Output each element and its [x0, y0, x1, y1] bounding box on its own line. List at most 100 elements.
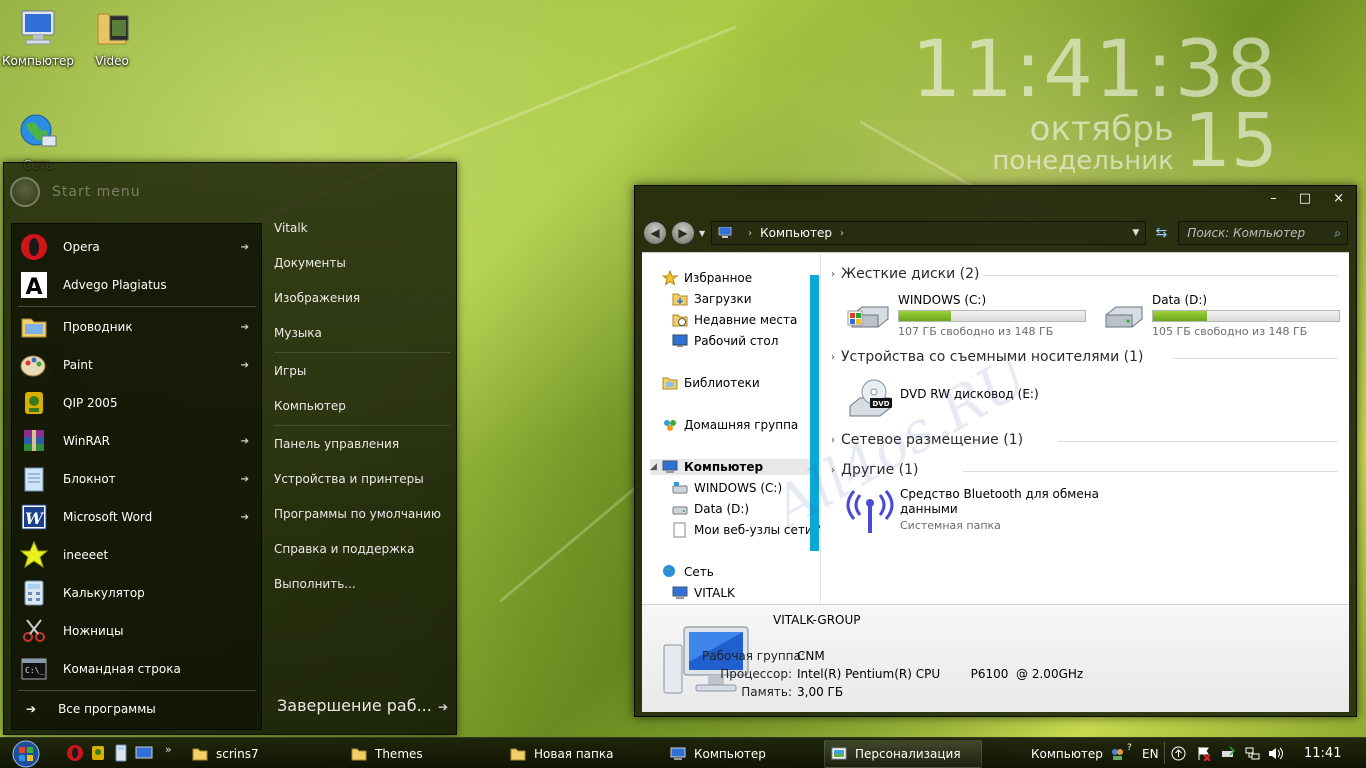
scissors-icon — [23, 619, 45, 642]
place-link-default-programs[interactable]: Программы по умолчанию — [274, 507, 441, 521]
nav-desktop[interactable]: Рабочий стол — [672, 333, 778, 349]
nav-homegroup[interactable]: Домашняя группа — [662, 417, 798, 433]
program-explorer[interactable]: Проводник ➔ — [12, 309, 261, 345]
drive-d[interactable]: Data (D:) 105 ГБ свободно из 148 ГБ — [1100, 293, 1340, 338]
nav-downloads[interactable]: Загрузки — [672, 291, 752, 307]
nav-websites[interactable]: Мои веб-узлы сети MSN — [672, 522, 820, 538]
program-calculator[interactable]: Калькулятор — [12, 575, 261, 611]
place-link-run[interactable]: Выполнить... — [274, 577, 356, 591]
program-winrar[interactable]: WinRAR ➔ — [12, 423, 261, 459]
forward-button[interactable]: ▶ — [670, 221, 695, 245]
dvd-drive[interactable]: DVD DVD RW дисковод (E:) — [846, 376, 1039, 424]
desktop-icon-video[interactable]: Video — [74, 6, 150, 68]
group-collapse-icon[interactable]: › — [831, 465, 835, 476]
clock-gadget: 11:41:38 октябрь понедельник 15 — [912, 30, 1278, 184]
program-notepad[interactable]: Блокнот ➔ — [12, 461, 261, 497]
language-indicator[interactable]: EN — [1142, 738, 1159, 768]
place-link-control-panel[interactable]: Панель управления — [274, 437, 399, 451]
group-header-removable[interactable]: › Устройства со съемными носителями (1) — [831, 349, 1143, 365]
desktop-icon-computer[interactable]: Компьютер — [0, 6, 76, 68]
program-advego[interactable]: A Advego Plagiatus — [12, 267, 261, 303]
pane-divider[interactable] — [820, 253, 821, 605]
nav-libraries[interactable]: Библиотеки — [662, 375, 760, 391]
qip-icon[interactable] — [89, 744, 107, 762]
clock-day: 15 — [1183, 98, 1278, 184]
explorer-window: – □ × ◀ ▶ ▼ › Компьютер › ▼ ⇆ Поиск: Ком… — [634, 185, 1357, 717]
all-programs-button[interactable]: ➔ Все программы — [12, 697, 261, 721]
group-header-hdd[interactable]: › Жесткие диски (2) — [831, 266, 979, 282]
taskbar-button-personalization[interactable]: Персонализация — [824, 740, 982, 768]
breadcrumb-computer[interactable]: Компьютер — [760, 226, 832, 240]
action-center-flag-icon[interactable] — [1196, 746, 1211, 761]
close-button[interactable]: × — [1333, 191, 1344, 206]
program-qip[interactable]: QIP 2005 — [12, 385, 261, 421]
program-cmd[interactable]: C:\_ Командная строка — [12, 651, 261, 687]
refresh-icon[interactable]: ⇆ — [1148, 221, 1174, 245]
place-link-games[interactable]: Игры — [274, 364, 306, 378]
start-button[interactable] — [7, 739, 45, 768]
minimize-button[interactable]: – — [1270, 191, 1277, 206]
address-dropdown-icon[interactable]: ▼ — [1132, 228, 1139, 238]
navigation-scrollbar[interactable] — [810, 275, 819, 551]
taskbar-button-scrins7[interactable]: scrins7 — [186, 740, 336, 768]
group-collapse-icon[interactable]: › — [831, 352, 835, 363]
folder-icon — [351, 748, 367, 761]
address-toolbar-label[interactable]: Компьютер — [1031, 738, 1103, 768]
calculator-icon[interactable] — [112, 744, 130, 762]
nav-recent[interactable]: Недавние места — [672, 312, 797, 328]
group-header-network[interactable]: › Сетевое размещение (1) — [831, 432, 1023, 448]
nav-drive-c[interactable]: WINDOWS (C:) — [672, 480, 782, 496]
nav-network[interactable]: Сеть — [662, 564, 714, 580]
safely-remove-hardware-icon[interactable] — [1220, 746, 1235, 761]
language-bar-icon[interactable] — [1110, 746, 1125, 761]
breadcrumb-separator-icon[interactable]: › — [840, 228, 844, 239]
maximize-button[interactable]: □ — [1299, 191, 1311, 206]
recent-pages-dropdown-icon[interactable]: ▼ — [699, 229, 705, 238]
arrow-up-circle-icon[interactable] — [1171, 746, 1186, 761]
drive-c[interactable]: WINDOWS (C:) 107 ГБ свободно из 148 ГБ — [846, 293, 1086, 338]
program-paint[interactable]: Paint ➔ — [12, 347, 261, 383]
address-bar[interactable]: › Компьютер › ▼ — [711, 221, 1147, 245]
nav-vitalk[interactable]: VITALK — [672, 585, 735, 601]
taskbar-clock[interactable]: 11:41 — [1304, 738, 1341, 768]
taskbar-button-computer[interactable]: Компьютер — [664, 740, 814, 768]
back-button[interactable]: ◀ — [643, 221, 667, 245]
all-programs-label: Все программы — [58, 702, 156, 716]
shutdown-button[interactable]: Завершение раб... — [277, 696, 432, 715]
place-link-documents[interactable]: Документы — [274, 256, 346, 270]
place-link-pictures[interactable]: Изображения — [274, 291, 360, 305]
program-word[interactable]: W Microsoft Word ➔ — [12, 499, 261, 535]
place-link-devices[interactable]: Устройства и принтеры — [274, 472, 424, 486]
opera-icon[interactable] — [66, 744, 84, 762]
volume-icon[interactable] — [1268, 746, 1283, 761]
program-scissors[interactable]: Ножницы — [12, 613, 261, 649]
shutdown-options-arrow-icon[interactable]: ➔ — [438, 700, 448, 714]
collapse-arrow-icon[interactable]: ◢ — [650, 462, 660, 472]
place-link-computer[interactable]: Компьютер — [274, 399, 346, 413]
search-input[interactable]: Поиск: Компьютер ⌕ — [1178, 221, 1349, 245]
program-opera[interactable]: Opera ➔ — [12, 229, 261, 265]
nav-computer[interactable]: ◢ Компьютер — [650, 459, 814, 475]
network-status-icon[interactable] — [1245, 746, 1260, 761]
place-link-user[interactable]: Vitalk — [274, 221, 308, 235]
group-collapse-icon[interactable]: › — [831, 269, 835, 280]
start-menu: Start menu Opera ➔ A Advego Plagiatus Пр… — [3, 162, 457, 735]
libraries-icon — [662, 377, 678, 390]
chevron-right-icon[interactable]: » — [165, 743, 172, 756]
taskbar-button-themes[interactable]: Themes — [345, 740, 495, 768]
nav-label: Компьютер — [684, 460, 764, 474]
programs-separator — [18, 690, 256, 691]
group-header-other[interactable]: › Другие (1) — [831, 462, 918, 478]
place-link-music[interactable]: Музыка — [274, 326, 322, 340]
place-link-help[interactable]: Справка и поддержка — [274, 542, 415, 556]
bluetooth-label-line1: Средство Bluetooth для обмена — [900, 487, 1099, 501]
taskbar-button-new-folder[interactable]: Новая папка — [504, 740, 654, 768]
nav-favorites[interactable]: Избранное — [662, 270, 752, 286]
help-question-icon[interactable]: ? — [1127, 732, 1132, 763]
group-collapse-icon[interactable]: › — [831, 435, 835, 446]
program-ineeeet[interactable]: ineeeet — [12, 537, 261, 573]
show-desktop-icon[interactable] — [135, 744, 153, 762]
bluetooth-transfer[interactable]: Средство Bluetooth для обмена данными Си… — [846, 487, 1099, 535]
search-icon[interactable]: ⌕ — [1334, 222, 1341, 244]
nav-drive-d[interactable]: Data (D:) — [672, 501, 749, 517]
